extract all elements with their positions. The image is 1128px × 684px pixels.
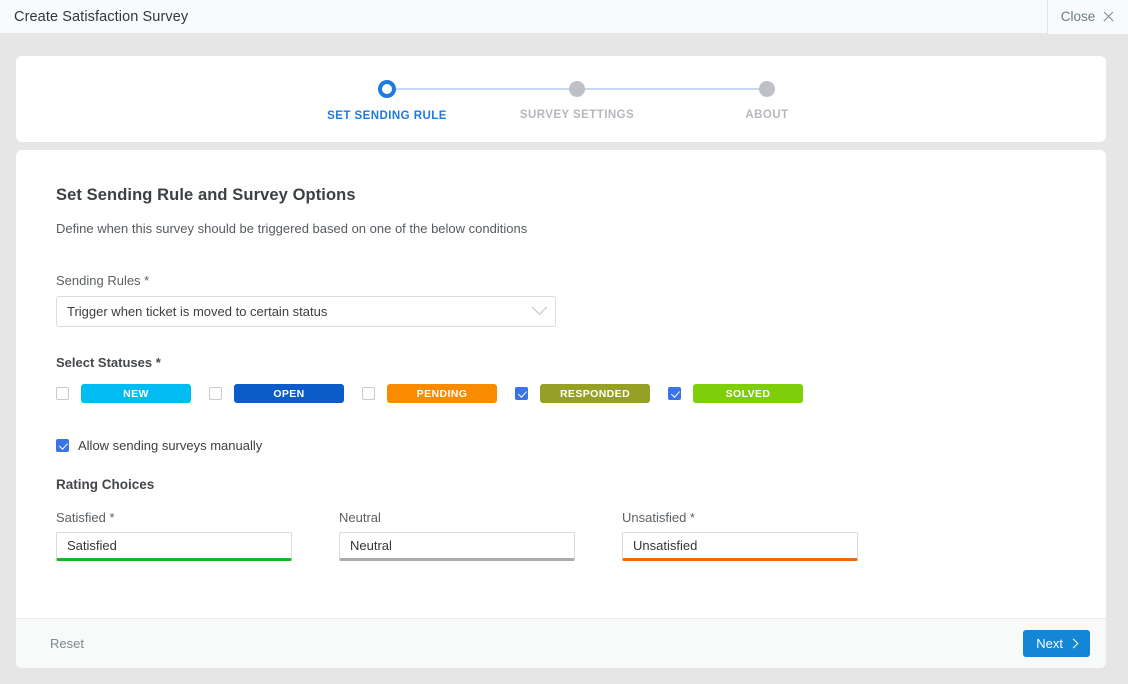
stepper-dot-icon bbox=[759, 81, 775, 97]
window-title-bar: Create Satisfaction Survey Close bbox=[0, 0, 1128, 34]
stepper-card: SET SENDING RULE SURVEY SETTINGS ABOUT bbox=[16, 56, 1106, 142]
status-item-new: NEW bbox=[56, 384, 191, 403]
chevron-down-icon bbox=[531, 299, 548, 316]
status-checkbox-open[interactable] bbox=[209, 387, 222, 400]
rating-input-unsatisfied[interactable] bbox=[622, 532, 858, 561]
reset-button[interactable]: Reset bbox=[48, 632, 86, 655]
status-chip-responded[interactable]: RESPONDED bbox=[540, 384, 650, 403]
status-checkbox-new[interactable] bbox=[56, 387, 69, 400]
status-chip-new[interactable]: NEW bbox=[81, 384, 191, 403]
status-item-open: OPEN bbox=[209, 384, 344, 403]
close-button[interactable]: Close bbox=[1047, 0, 1128, 34]
close-button-label: Close bbox=[1060, 9, 1096, 24]
status-chip-pending[interactable]: PENDING bbox=[387, 384, 497, 403]
rating-field-neutral: Neutral bbox=[339, 510, 575, 561]
stepper-step-survey-settings[interactable]: SURVEY SETTINGS bbox=[492, 56, 662, 121]
sending-rules-select[interactable]: Trigger when ticket is moved to certain … bbox=[56, 296, 556, 327]
close-icon bbox=[1102, 10, 1115, 23]
form-body: Set Sending Rule and Survey Options Defi… bbox=[16, 150, 1106, 618]
stepper-step-set-sending-rule[interactable]: SET SENDING RULE bbox=[302, 56, 472, 122]
stepper-dot-icon bbox=[569, 81, 585, 97]
rating-label-neutral: Neutral bbox=[339, 510, 381, 525]
stepper-step-label: SURVEY SETTINGS bbox=[519, 109, 635, 121]
section-description: Define when this survey should be trigge… bbox=[56, 221, 528, 236]
form-footer: Reset Next bbox=[16, 618, 1106, 668]
status-checkbox-solved[interactable] bbox=[668, 387, 681, 400]
status-checkbox-pending[interactable] bbox=[362, 387, 375, 400]
select-statuses-block: Select Statuses * NEW OPEN PENDING RESPO… bbox=[56, 355, 1066, 403]
allow-manual-label: Allow sending surveys manually bbox=[78, 438, 263, 453]
allow-manual-checkbox[interactable] bbox=[56, 439, 69, 452]
rating-label-satisfied: Satisfied * bbox=[56, 510, 115, 525]
status-item-pending: PENDING bbox=[362, 384, 497, 403]
rating-field-unsatisfied: Unsatisfied * bbox=[622, 510, 858, 561]
sending-rules-selected-value: Trigger when ticket is moved to certain … bbox=[67, 304, 328, 319]
rating-input-neutral[interactable] bbox=[339, 532, 575, 561]
stepper-step-label: SET SENDING RULE bbox=[327, 110, 447, 122]
stepper-step-about[interactable]: ABOUT bbox=[682, 56, 852, 121]
status-chip-row: NEW OPEN PENDING RESPONDED SOLVED bbox=[56, 384, 1066, 403]
rating-field-satisfied: Satisfied * bbox=[56, 510, 292, 561]
stepper-dot-active-icon bbox=[378, 80, 396, 98]
rating-choices-row: Satisfied * Neutral Unsatisfied * bbox=[56, 510, 1066, 561]
next-button[interactable]: Next bbox=[1023, 630, 1090, 657]
chevron-right-icon bbox=[1068, 638, 1079, 649]
select-statuses-label: Select Statuses * bbox=[56, 355, 161, 370]
status-chip-open[interactable]: OPEN bbox=[234, 384, 344, 403]
status-item-responded: RESPONDED bbox=[515, 384, 650, 403]
rating-input-satisfied[interactable] bbox=[56, 532, 292, 561]
rating-choices-title: Rating Choices bbox=[56, 477, 155, 492]
page-title: Create Satisfaction Survey bbox=[14, 8, 189, 25]
status-item-solved: SOLVED bbox=[668, 384, 803, 403]
stepper: SET SENDING RULE SURVEY SETTINGS ABOUT bbox=[16, 56, 1106, 142]
status-chip-solved[interactable]: SOLVED bbox=[693, 384, 803, 403]
section-title: Set Sending Rule and Survey Options bbox=[56, 186, 356, 204]
rating-label-unsatisfied: Unsatisfied * bbox=[622, 510, 695, 525]
main-card: Set Sending Rule and Survey Options Defi… bbox=[16, 150, 1106, 668]
allow-manual-row[interactable]: Allow sending surveys manually bbox=[56, 438, 1066, 453]
status-checkbox-responded[interactable] bbox=[515, 387, 528, 400]
next-button-label: Next bbox=[1036, 636, 1063, 651]
sending-rules-label: Sending Rules * bbox=[56, 273, 150, 288]
stepper-step-label: ABOUT bbox=[745, 109, 789, 121]
sending-rules-block: Sending Rules * Trigger when ticket is m… bbox=[56, 273, 1066, 327]
